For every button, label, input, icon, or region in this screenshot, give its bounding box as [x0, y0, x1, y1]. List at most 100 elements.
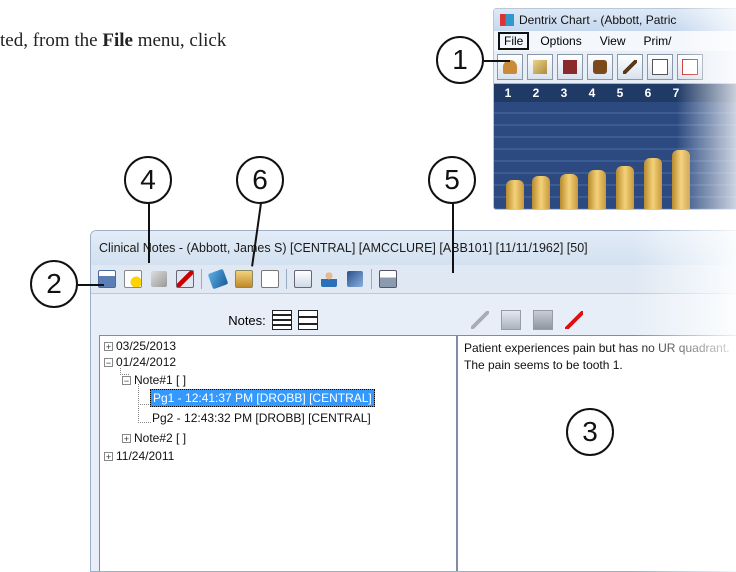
- expand-icon[interactable]: +: [122, 433, 131, 443]
- notes-label: Notes:: [228, 312, 266, 328]
- tree-item[interactable]: +03/25/2013: [104, 338, 176, 354]
- provider-icon: [321, 271, 337, 287]
- copy-icon[interactable]: [501, 310, 521, 330]
- menu-prim[interactable]: Prim/: [637, 33, 679, 49]
- tooth[interactable]: [532, 176, 550, 209]
- tree-item-label: Note#1 [ ]: [134, 373, 187, 387]
- tooth[interactable]: [644, 158, 662, 209]
- tooth-number: 7: [672, 86, 680, 100]
- callout-line: [148, 203, 150, 263]
- toolbar-separator: [201, 269, 202, 289]
- paste-icon[interactable]: [533, 310, 553, 330]
- toolbar-separator: [286, 269, 287, 289]
- tree-item[interactable]: −01/24/2012: [104, 354, 176, 370]
- dentrix-app-icon: [500, 14, 514, 26]
- templates-button[interactable]: [207, 268, 229, 290]
- expanded-view-button[interactable]: [271, 310, 292, 330]
- tooth[interactable]: [616, 166, 634, 209]
- tooth-number: 1: [504, 86, 512, 100]
- tree-item-label: Pg1 - 12:41:37 PM [DROBB] [CENTRAL]: [150, 389, 375, 407]
- callout-6: 6: [236, 156, 284, 204]
- tooth-number: 5: [616, 86, 624, 100]
- tooth-number: 6: [644, 86, 652, 100]
- delete-icon: [176, 270, 194, 288]
- tree-item-label: Note#2 [ ]: [134, 431, 187, 445]
- copy-icon: [235, 270, 253, 288]
- expand-icon[interactable]: +: [104, 341, 113, 351]
- chart-toolbar: [494, 51, 736, 84]
- print-button[interactable]: [378, 269, 398, 289]
- printer-icon: [379, 270, 397, 288]
- callout-line: [78, 284, 104, 286]
- signature-icon: [294, 270, 312, 288]
- instruction-text-bold: File: [102, 30, 133, 51]
- tree-item[interactable]: Pg2 - 12:43:32 PM [DROBB] [CENTRAL]: [152, 410, 371, 426]
- copy-note-button[interactable]: [234, 269, 254, 289]
- callout-line: [452, 203, 454, 273]
- instruction-text-before: ted, from the: [0, 30, 103, 51]
- notes-icon[interactable]: [527, 54, 553, 80]
- edit-note-button[interactable]: [149, 269, 169, 289]
- expand-icon[interactable]: +: [104, 451, 113, 461]
- templates-icon: [207, 268, 229, 290]
- new-page-icon: [124, 270, 142, 288]
- tooth-number-row: 1 2 3 4 5 6 7: [494, 84, 736, 102]
- tooth[interactable]: [672, 150, 690, 209]
- note-icon: [261, 270, 279, 288]
- tree-item-label: 03/25/2013: [116, 339, 177, 353]
- chart-window-title: Dentrix Chart - (Abbott, Patric: [519, 13, 677, 27]
- new-page-button[interactable]: [123, 269, 143, 289]
- callout-5: 5: [428, 156, 476, 204]
- collapse-icon[interactable]: −: [122, 375, 131, 385]
- tooth[interactable]: [560, 174, 578, 209]
- card-icon[interactable]: [677, 54, 703, 80]
- delete-note-button[interactable]: [175, 269, 195, 289]
- spell-check-icon[interactable]: [565, 311, 583, 329]
- tree-item[interactable]: +11/24/2011: [104, 448, 174, 464]
- callout-2: 2: [30, 260, 78, 308]
- tree-item-label: 11/24/2011: [116, 449, 175, 463]
- prescription-button[interactable]: [345, 269, 365, 289]
- book-icon[interactable]: [557, 54, 583, 80]
- tooth[interactable]: [506, 180, 524, 209]
- clinical-notes-title: Clinical Notes - (Abbott, James S) [CENT…: [91, 231, 736, 265]
- eraser-icon[interactable]: [647, 54, 673, 80]
- chair-icon[interactable]: [587, 54, 613, 80]
- callout-3: 3: [566, 408, 614, 456]
- chart-title-bar: Dentrix Chart - (Abbott, Patric: [494, 9, 736, 31]
- menu-file[interactable]: File: [498, 32, 530, 50]
- tree-item[interactable]: − Note#1 [ ]: [122, 372, 186, 388]
- cut-icon[interactable]: [471, 311, 489, 329]
- notes-tree-pane: Notes: +03/25/2013 −01/24/2012 − Note#1 […: [95, 305, 457, 571]
- tooth-number: 3: [560, 86, 568, 100]
- collapsed-view-button[interactable]: [297, 310, 318, 330]
- pen-icon[interactable]: [617, 54, 643, 80]
- instruction-text-after: menu, click: [132, 30, 227, 51]
- collapse-icon[interactable]: −: [104, 357, 113, 367]
- tooth-chart[interactable]: [494, 102, 736, 209]
- tree-item-selected[interactable]: Pg1 - 12:41:37 PM [DROBB] [CENTRAL]: [150, 389, 375, 407]
- provider-button[interactable]: [319, 269, 339, 289]
- tooth[interactable]: [588, 170, 606, 209]
- callout-line: [484, 60, 510, 62]
- eraser-icon: [151, 271, 167, 287]
- tree-item[interactable]: + Note#2 [ ]: [122, 430, 186, 446]
- tree-item-label: Pg2 - 12:43:32 PM [DROBB] [CENTRAL]: [152, 411, 371, 425]
- signature-button[interactable]: [293, 269, 313, 289]
- clinical-notes-window: Clinical Notes - (Abbott, James S) [CENT…: [90, 230, 736, 572]
- callout-1: 1: [436, 36, 484, 84]
- menu-options[interactable]: Options: [533, 33, 588, 49]
- instruction-text: ted, from the File menu, click: [0, 30, 226, 52]
- notes-tree: +03/25/2013 −01/24/2012 − Note#1 [ ] Pg1 …: [99, 335, 457, 571]
- notes-label-row: Notes:: [95, 305, 451, 335]
- toolbar-separator: [371, 269, 372, 289]
- menu-view[interactable]: View: [593, 33, 633, 49]
- prescription-icon: [347, 271, 363, 287]
- tooth-number: 4: [588, 86, 596, 100]
- patient-icon[interactable]: [497, 54, 523, 80]
- note-edit-toolbar: [457, 305, 736, 335]
- tooth-number: 2: [532, 86, 540, 100]
- new-note-button[interactable]: [97, 269, 117, 289]
- dentrix-chart-window: Dentrix Chart - (Abbott, Patric File Opt…: [493, 8, 736, 210]
- print-note-button[interactable]: [260, 269, 280, 289]
